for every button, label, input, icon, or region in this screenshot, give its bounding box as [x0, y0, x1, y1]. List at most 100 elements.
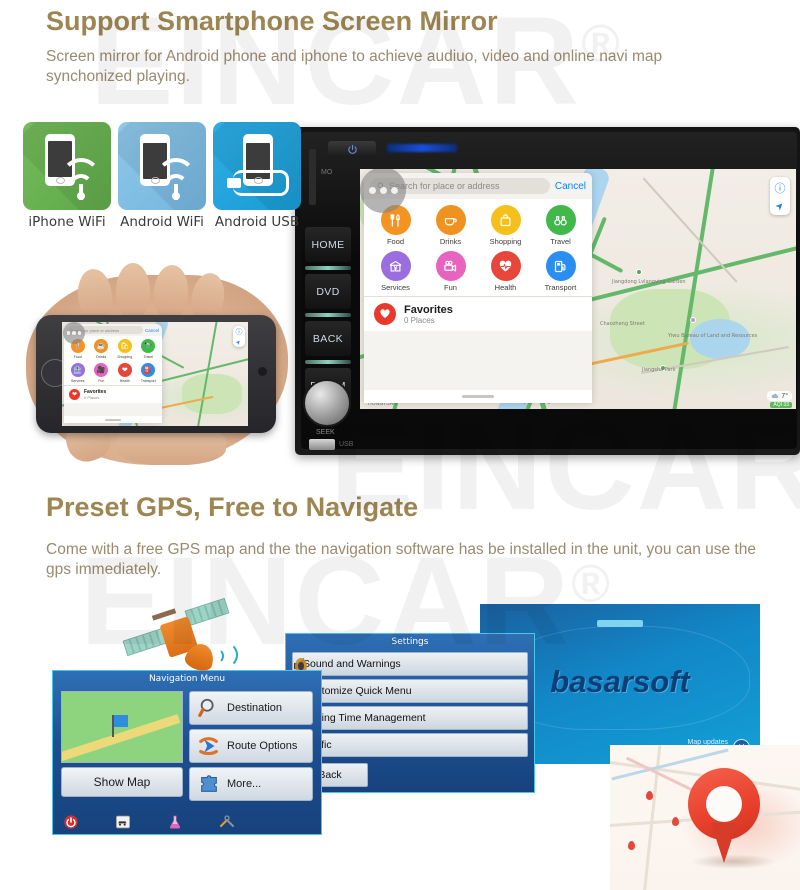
- knob-label: SEEK: [316, 429, 335, 436]
- map-label: Jiangsha Park: [642, 367, 676, 373]
- more-dots-icon[interactable]: [360, 169, 406, 213]
- favorites-row[interactable]: Favorites 0 Places: [364, 296, 592, 331]
- category-label: Shopping: [117, 355, 133, 359]
- tools-icon[interactable]: [219, 814, 235, 830]
- favorites-title: Favorites: [404, 303, 453, 316]
- category-health[interactable]: Health: [478, 248, 533, 292]
- navigate-arrow-icon[interactable]: ➤: [235, 338, 243, 347]
- category-health[interactable]: ❤ Health: [113, 361, 137, 383]
- feature-tile-iphone-wifi[interactable]: iPhone WiFi: [23, 122, 111, 230]
- back-button[interactable]: BACK: [305, 321, 351, 356]
- more-dots-icon[interactable]: [63, 322, 85, 344]
- settings-item-traffic[interactable]: Traffic: [292, 733, 528, 757]
- unit-display-screen[interactable]: CANGHOU Jinhua Weimengsi Hotel Lansheng …: [360, 169, 796, 409]
- map-poi-marker[interactable]: [690, 317, 696, 323]
- map-car-icon[interactable]: [115, 814, 131, 830]
- iphone-camera: [258, 367, 267, 376]
- coffee-cup-icon: ☕: [94, 339, 109, 353]
- map-app-panel: Search for place or address Cancel Food …: [364, 173, 592, 403]
- info-icon[interactable]: ⓘ: [236, 327, 243, 337]
- route-options-label: Route Options: [227, 740, 298, 752]
- wifi-signal-icon: [61, 158, 101, 200]
- favorites-subtitle: 0 Places: [404, 315, 435, 325]
- iphone-mirrored-screen[interactable]: ⓘ ➤ Search for place or address Cancel 🍴…: [62, 322, 248, 426]
- panel-drag-handle[interactable]: [64, 416, 162, 423]
- map-preview[interactable]: [61, 691, 183, 763]
- category-shopping[interactable]: 🛍 Shopping: [113, 339, 137, 359]
- weather-widget[interactable]: 7°: [767, 391, 792, 401]
- info-icon[interactable]: ⓘ: [775, 180, 786, 196]
- feature-tile-label: iPhone WiFi: [28, 214, 106, 230]
- category-travel[interactable]: 🔭 Travel: [137, 339, 161, 359]
- usb-port[interactable]: [309, 439, 335, 450]
- gps-settings-panel: Settings Sound and Warnings Customize Qu…: [285, 633, 535, 793]
- category-drinks[interactable]: ☕ Drinks: [90, 339, 114, 359]
- category-travel[interactable]: Travel: [533, 205, 588, 246]
- map-label: Yiwu Bureau of Land and Resources: [668, 333, 758, 339]
- settings-item-driving-time-management[interactable]: Driving Time Management: [292, 706, 528, 730]
- category-drinks[interactable]: Drinks: [423, 205, 478, 246]
- car-head-unit: MO HOME DVD BACK FM/AM SEEK USB: [295, 127, 800, 455]
- volume-seek-knob[interactable]: [303, 379, 351, 427]
- heart-pulse-icon: ❤: [117, 363, 132, 377]
- navigate-arrow-icon[interactable]: ➤: [773, 200, 787, 214]
- category-label: Drinks: [439, 237, 462, 246]
- power-button[interactable]: [328, 141, 376, 157]
- category-transport[interactable]: ⛽ Transport: [137, 361, 161, 383]
- favorites-row[interactable]: ❤ Favorites 0 Places: [64, 385, 162, 403]
- pin-tip: [711, 823, 737, 863]
- more-button[interactable]: More...: [189, 767, 313, 801]
- home-button[interactable]: HOME: [305, 227, 351, 262]
- power-icon: [347, 144, 357, 154]
- destination-button[interactable]: Destination: [189, 691, 313, 725]
- category-label: Travel: [550, 237, 571, 246]
- category-label: Food: [73, 355, 82, 359]
- settings-title: Settings: [391, 637, 429, 647]
- sd-card-slot[interactable]: [309, 149, 316, 205]
- category-services[interactable]: 🏦 Services: [66, 361, 90, 383]
- shopping-bag-icon: [490, 205, 521, 235]
- movie-camera-icon: [435, 251, 466, 281]
- category-label: Health: [494, 283, 517, 292]
- settings-item-sound-and-warnings[interactable]: Sound and Warnings: [292, 652, 528, 676]
- satellite-rod: [151, 608, 177, 621]
- power-icon[interactable]: [63, 814, 79, 830]
- more-label: More...: [227, 778, 262, 790]
- cancel-button[interactable]: Cancel: [145, 328, 159, 333]
- category-services[interactable]: Services: [368, 248, 423, 292]
- category-label: Drinks: [96, 355, 107, 359]
- map-controls[interactable]: ⓘ ➤: [770, 177, 790, 215]
- route-options-button[interactable]: Route Options: [189, 729, 313, 763]
- button-separator: [305, 313, 351, 317]
- category-fun[interactable]: 🎥 Fun: [90, 361, 114, 383]
- category-label: Shopping: [489, 237, 522, 246]
- flask-icon[interactable]: [167, 814, 183, 830]
- category-shopping[interactable]: Shopping: [478, 205, 533, 246]
- category-fun[interactable]: Fun: [423, 248, 478, 292]
- sd-slot-label: MO: [321, 169, 333, 176]
- section-description-screen-mirror: Screen mirror for Android phone and ipho…: [46, 48, 663, 85]
- feature-tile-android-usb[interactable]: Android USB: [213, 122, 301, 230]
- dvd-button[interactable]: DVD: [305, 274, 351, 309]
- background-map-pin: [628, 841, 635, 850]
- cancel-button[interactable]: Cancel: [555, 181, 586, 192]
- map-controls[interactable]: ⓘ ➤: [233, 326, 245, 347]
- show-map-button[interactable]: Show Map: [61, 767, 183, 797]
- map-poi-marker[interactable]: [636, 269, 642, 275]
- unit-led-strip: [387, 144, 457, 152]
- category-grid: Food Drinks Shopping Travel Services Fun…: [364, 199, 592, 296]
- settings-item-customize-quick-menu[interactable]: Customize Quick Menu: [292, 679, 528, 703]
- usb-port-label: USB: [339, 441, 354, 448]
- category-transport[interactable]: Transport: [533, 248, 588, 292]
- movie-camera-icon: 🎥: [94, 363, 109, 377]
- satellite-icon: [122, 592, 238, 692]
- background-map-pin: [672, 817, 679, 826]
- tile-surface-light-blue: [118, 122, 206, 210]
- panel-drag-handle[interactable]: [364, 390, 592, 403]
- page-title-screen-mirror: Support Smartphone Screen Mirror: [46, 6, 498, 36]
- feature-tiles: iPhone WiFi Android WiFi Android USB: [23, 122, 301, 230]
- pin-hole: [706, 786, 742, 822]
- feature-tile-android-wifi[interactable]: Android WiFi: [118, 122, 206, 230]
- basarsoft-logo: basarsoft: [550, 664, 690, 700]
- map-park-area: [182, 374, 242, 414]
